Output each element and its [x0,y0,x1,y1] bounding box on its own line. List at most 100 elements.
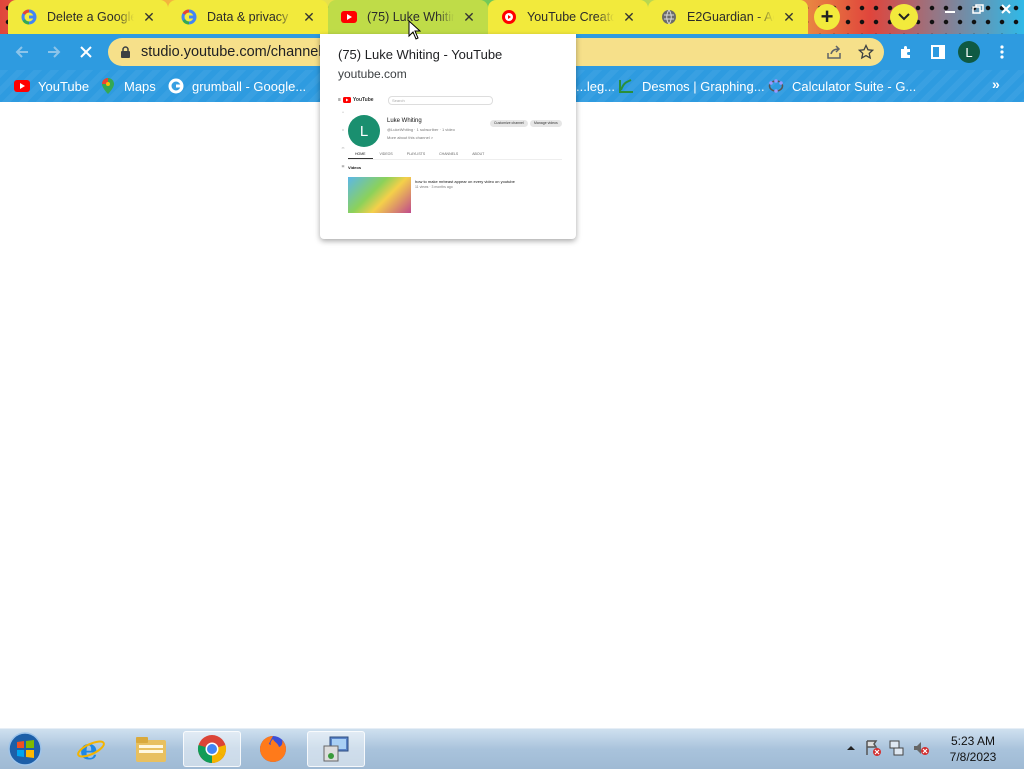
new-tab-button[interactable]: + [814,4,840,30]
bookmark-grumball[interactable]: grumball - Google... [168,76,306,96]
back-arrow-icon [15,46,28,58]
flag-warning-icon [866,740,881,756]
tab-strip: Delete a Google s ✕ Data & privacy ✕ (75… [0,0,1024,34]
bookmark-maps[interactable]: Maps [100,76,156,96]
tab-title: Data & privacy [207,10,289,24]
tab-close-icon[interactable]: ✕ [620,8,638,26]
preview-sidebar-shorts: ◊ [342,128,344,132]
bookmark-label: ...leg... [576,78,616,94]
maps-pin-icon [100,78,116,94]
back-button[interactable] [8,38,36,66]
preview-video-title: how to make mrbeast appear on every vide… [415,179,515,184]
globe-icon [661,9,677,25]
tab-close-icon[interactable]: ✕ [300,8,318,26]
preview-tab-channels: CHANNELS [439,152,459,156]
star-icon [858,44,874,60]
bookmark-calculator-suite[interactable]: Calculator Suite - G... [768,76,916,96]
share-button[interactable] [820,38,848,66]
profile-avatar[interactable]: L [958,41,980,63]
google-icon [21,9,37,25]
taskbar-file-explorer[interactable] [122,731,180,767]
tab-e2guardian[interactable]: E2Guardian - Acc ✕ [648,0,808,34]
puzzle-icon [901,46,910,58]
tray-action-center[interactable] [864,735,882,761]
tab-close-icon[interactable]: ✕ [140,8,158,26]
tab-preview-thumbnail: ≡ YouTube Search ⌂ ◊ ▭ ▤ L Luke Whiting … [334,92,570,232]
tab-search-button[interactable] [890,4,918,30]
tab-title: Delete a Google s [47,10,134,24]
windows-taskbar: e 5:23 AM 7/8/2023 [0,728,1024,769]
menu-button[interactable] [988,38,1016,66]
preview-sidebar-subscriptions: ▭ [341,146,345,150]
bookmark-desmos[interactable]: Desmos | Graphing... [618,76,765,96]
kebab-menu-icon [1000,45,1004,59]
preview-channel-avatar: L [348,115,380,147]
desmos-icon [618,78,634,94]
control-panel-icon [323,736,349,762]
url-text: studio.youtube.com/channel/ [141,44,326,60]
chrome-icon [197,735,227,763]
tab-hover-card: (75) Luke Whiting - YouTube youtube.com … [320,34,576,239]
show-hidden-icons-button[interactable] [842,735,860,761]
system-clock[interactable]: 5:23 AM 7/8/2023 [936,733,1010,765]
start-button[interactable] [4,731,46,767]
google-icon [168,78,184,94]
side-panel-icon [931,45,945,59]
windows-start-orb-icon [8,732,42,766]
preview-more-about: More about this channel > [387,135,434,140]
share-icon [827,45,841,59]
hover-card-title: (75) Luke Whiting - YouTube [338,47,503,62]
forward-arrow-icon [48,46,61,58]
bookmark-youtube[interactable]: YouTube [14,76,89,96]
tab-close-icon[interactable]: ✕ [780,8,798,26]
clock-date: 7/8/2023 [949,750,997,764]
youtube-icon [341,9,357,25]
taskbar-control-panel[interactable] [307,731,365,767]
tab-delete-google[interactable]: Delete a Google s ✕ [8,0,168,34]
tab-close-icon[interactable]: ✕ [460,8,478,26]
taskbar-internet-explorer[interactable]: e [62,731,120,767]
tray-network[interactable] [888,735,906,761]
youtube-icon [342,97,351,103]
chevron-up-icon [847,746,855,750]
bookmark-star-button[interactable] [852,38,880,66]
bookmark-partial[interactable]: ...leg... [576,76,615,96]
stop-loading-button[interactable] [72,38,100,66]
preview-section-title: Videos [348,165,362,170]
clock-time: 5:23 AM [950,734,996,748]
preview-tab-videos: VIDEOS [379,152,393,156]
bookmark-label: Calculator Suite - G... [792,78,917,94]
close-icon [80,46,92,58]
bookmark-label: Maps [124,78,156,94]
tab-title: YouTube Creator S [527,10,614,24]
forward-button[interactable] [40,38,68,66]
extensions-button[interactable] [892,38,920,66]
preview-tab-home: HOME [348,150,373,159]
internet-explorer-icon: e [77,734,105,764]
volume-muted-icon [914,742,929,755]
bookmark-label: grumball - Google... [192,78,307,94]
preview-channel-tabs: HOME VIDEOS PLAYLISTS CHANNELS ABOUT [348,150,562,160]
taskbar-chrome[interactable] [183,731,241,767]
google-icon [181,9,197,25]
preview-sidebar-library: ▤ [341,164,345,168]
close-window-button[interactable] [992,0,1020,18]
side-panel-button[interactable] [924,38,952,66]
tab-youtube-creator-studio[interactable]: YouTube Creator S ✕ [488,0,648,34]
bookmarks-overflow-button[interactable]: » [992,76,1000,92]
preview-tab-about: ABOUT [472,152,485,156]
preview-video-thumbnail [348,177,411,213]
restore-button[interactable] [964,0,992,18]
taskbar-firefox[interactable] [244,731,302,767]
preview-tab-playlists: PLAYLISTS [406,152,426,156]
preview-channel-name: Luke Whiting [387,118,422,124]
minimize-icon [945,11,955,13]
tab-data-privacy[interactable]: Data & privacy ✕ [168,0,328,34]
bookmark-label: YouTube [38,78,90,94]
tray-volume[interactable] [912,735,930,761]
hover-card-domain: youtube.com [338,67,407,81]
lock-icon [121,45,130,58]
bookmark-label: Desmos | Graphing... [642,78,765,94]
minimize-button[interactable] [936,0,964,18]
close-icon [1001,4,1011,14]
